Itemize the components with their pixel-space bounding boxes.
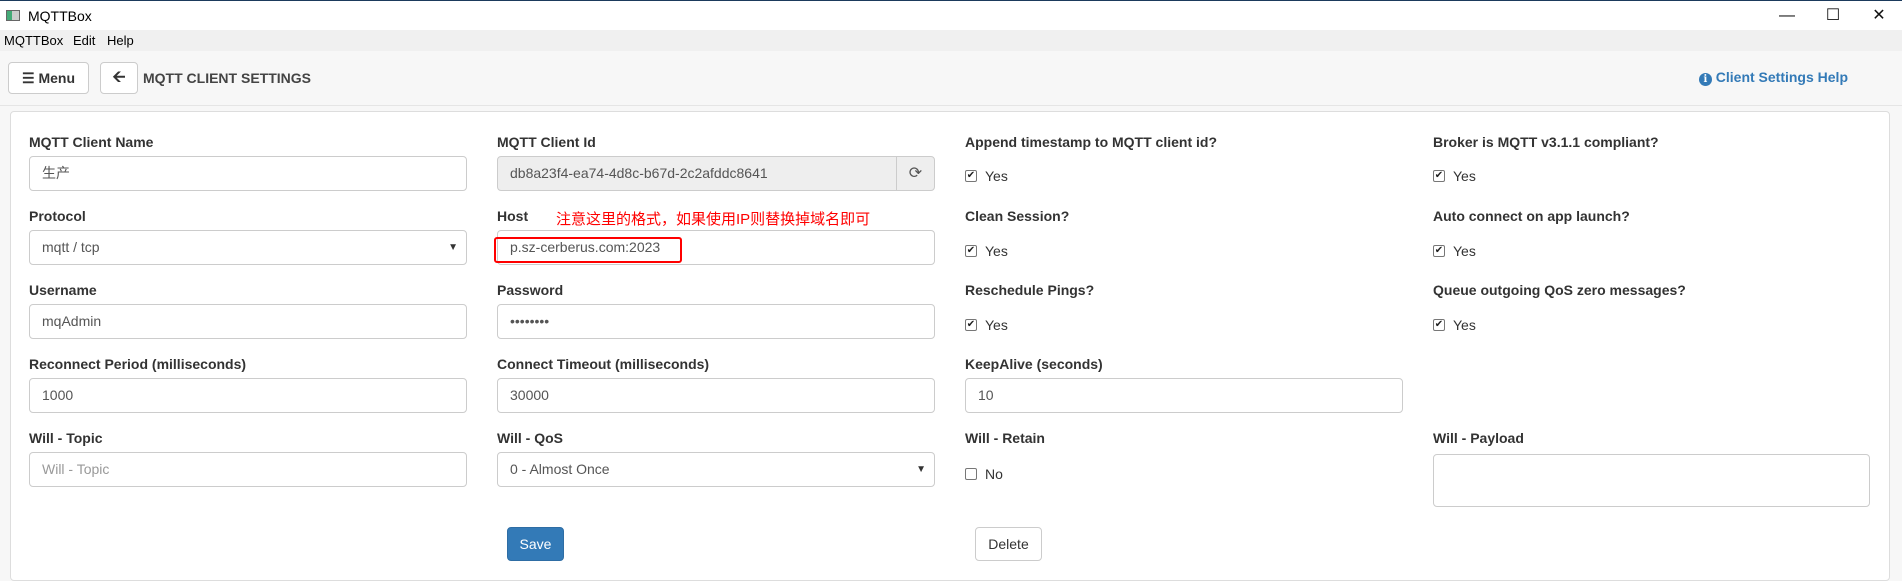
client-id-input[interactable]: db8a23f4-ea74-4d8c-b67d-2c2afddc8641 <box>497 156 897 191</box>
username-input[interactable]: mqAdmin <box>29 304 467 339</box>
will-retain-checkbox[interactable]: No <box>965 466 1003 482</box>
queue-qos0-label: Queue outgoing QoS zero messages? <box>1433 282 1686 298</box>
checkbox-text: Yes <box>1453 243 1476 259</box>
protocol-label: Protocol <box>29 208 86 224</box>
save-button[interactable]: Save <box>507 527 564 561</box>
will-payload-label: Will - Payload <box>1433 430 1524 446</box>
will-qos-label: Will - QoS <box>497 430 563 446</box>
checkbox-checked-icon: ✔ <box>965 170 977 182</box>
append-timestamp-checkbox[interactable]: ✔ Yes <box>965 168 1008 184</box>
checkbox-text: Yes <box>1453 168 1476 184</box>
broker-compliant-checkbox[interactable]: ✔ Yes <box>1433 168 1476 184</box>
client-name-input[interactable]: 生产 <box>29 156 467 191</box>
caret-down-icon: ▼ <box>916 464 926 475</box>
keepalive-label: KeepAlive (seconds) <box>965 356 1103 372</box>
delete-button[interactable]: Delete <box>975 527 1042 561</box>
keepalive-input[interactable]: 10 <box>965 378 1403 413</box>
checkbox-checked-icon: ✔ <box>965 319 977 331</box>
menu-bar: MQTTBox Edit Help <box>0 30 1902 51</box>
clean-session-checkbox[interactable]: ✔ Yes <box>965 243 1008 259</box>
connect-timeout-label: Connect Timeout (milliseconds) <box>497 356 710 372</box>
back-button[interactable]: 🡨 <box>100 62 138 94</box>
checkbox-unchecked-icon <box>965 468 977 480</box>
refresh-client-id-button[interactable]: ⟳ <box>896 156 935 191</box>
help-label: Client Settings Help <box>1715 69 1848 85</box>
reschedule-pings-label: Reschedule Pings? <box>965 282 1095 298</box>
client-settings-help-link[interactable]: i Client Settings Help <box>1698 69 1848 86</box>
info-icon: i <box>1698 73 1712 86</box>
password-input[interactable]: •••••••• <box>497 304 935 339</box>
client-id-label: MQTT Client Id <box>497 134 596 150</box>
menu-button[interactable]: ☰ Menu <box>8 62 89 94</box>
protocol-value: mqtt / tcp <box>42 239 100 255</box>
hamburger-icon: ☰ <box>21 70 35 86</box>
checkbox-checked-icon: ✔ <box>1433 245 1445 257</box>
close-icon[interactable]: ✕ <box>1856 5 1902 27</box>
arrow-left-icon: 🡨 <box>112 69 126 86</box>
will-payload-textarea[interactable] <box>1433 454 1870 507</box>
connect-timeout-input[interactable]: 30000 <box>497 378 935 413</box>
checkbox-text: Yes <box>985 317 1008 333</box>
will-qos-value: 0 - Almost Once <box>510 461 610 477</box>
password-label: Password <box>497 282 564 298</box>
queue-qos0-checkbox[interactable]: ✔ Yes <box>1433 317 1476 333</box>
menu-mqttbox[interactable]: MQTTBox <box>4 33 63 48</box>
host-label: Host <box>497 208 529 224</box>
will-topic-label: Will - Topic <box>29 430 103 446</box>
username-label: Username <box>29 282 97 298</box>
protocol-select[interactable]: mqtt / tcp ▼ <box>29 230 467 265</box>
checkbox-text: Yes <box>985 243 1008 259</box>
broker-compliant-label: Broker is MQTT v3.1.1 compliant? <box>1433 134 1659 150</box>
caret-down-icon: ▼ <box>448 242 458 253</box>
client-name-label: MQTT Client Name <box>29 134 154 150</box>
checkbox-checked-icon: ✔ <box>965 245 977 257</box>
menu-edit[interactable]: Edit <box>73 33 95 48</box>
checkbox-text: Yes <box>1453 317 1476 333</box>
checkbox-checked-icon: ✔ <box>1433 170 1445 182</box>
checkbox-checked-icon: ✔ <box>1433 319 1445 331</box>
app-icon <box>6 10 20 21</box>
will-topic-input[interactable]: Will - Topic <box>29 452 467 487</box>
annotation-text: 注意这里的格式，如果使用IP则替换掉域名即可 <box>556 211 871 228</box>
window-title: MQTTBox <box>28 8 92 24</box>
auto-connect-checkbox[interactable]: ✔ Yes <box>1433 243 1476 259</box>
auto-connect-label: Auto connect on app launch? <box>1433 208 1630 224</box>
checkbox-text: Yes <box>985 168 1008 184</box>
refresh-icon: ⟳ <box>908 165 923 182</box>
will-retain-label: Will - Retain <box>965 430 1045 446</box>
reschedule-pings-checkbox[interactable]: ✔ Yes <box>965 317 1008 333</box>
menu-button-label: Menu <box>38 70 75 86</box>
annotation-highlight-box <box>494 237 682 263</box>
minimize-icon[interactable]: — <box>1764 5 1810 27</box>
title-bar: MQTTBox — ☐ ✕ <box>0 0 1902 30</box>
toolbar: ☰ Menu 🡨 MQTT CLIENT SETTINGS i Client S… <box>0 51 1902 106</box>
page-title: MQTT CLIENT SETTINGS <box>143 70 311 86</box>
clean-session-label: Clean Session? <box>965 208 1070 224</box>
reconnect-period-input[interactable]: 1000 <box>29 378 467 413</box>
checkbox-text: No <box>985 466 1003 482</box>
reconnect-period-label: Reconnect Period (milliseconds) <box>29 356 247 372</box>
menu-help[interactable]: Help <box>107 33 134 48</box>
maximize-icon[interactable]: ☐ <box>1810 5 1856 27</box>
append-timestamp-label: Append timestamp to MQTT client id? <box>965 134 1217 150</box>
will-qos-select[interactable]: 0 - Almost Once ▼ <box>497 452 935 487</box>
